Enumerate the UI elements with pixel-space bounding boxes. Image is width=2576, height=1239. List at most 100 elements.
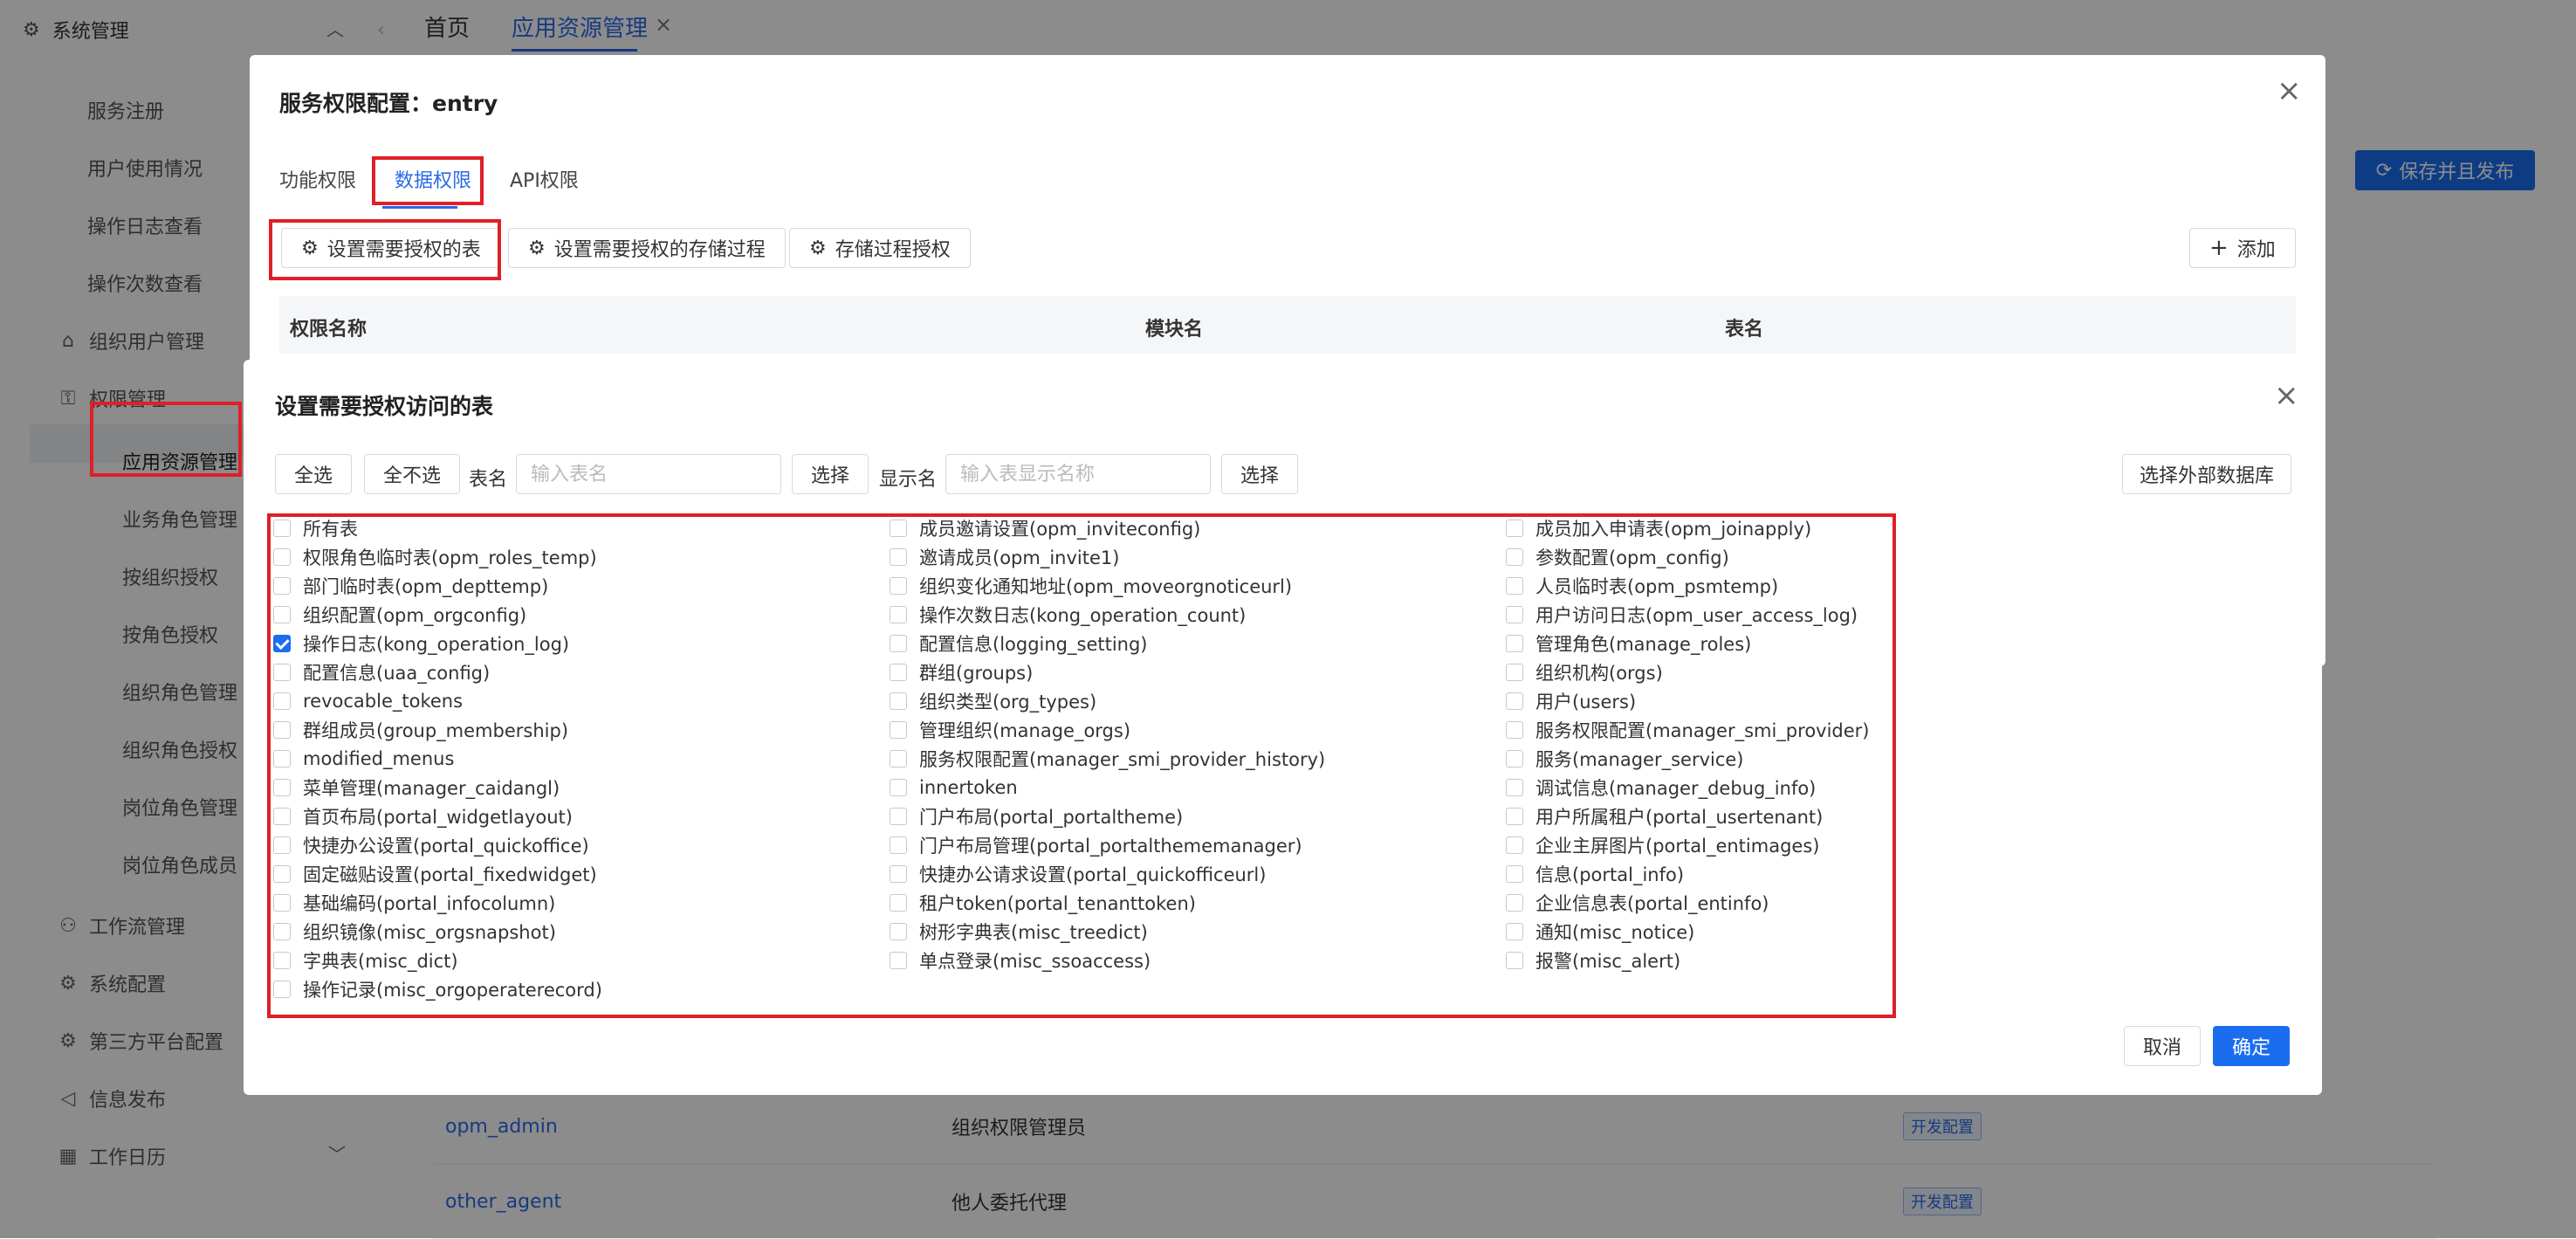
checkbox[interactable]	[1506, 635, 1523, 652]
table-checkbox-item[interactable]: 用户(users)	[1506, 688, 1636, 714]
table-checkbox-item[interactable]: 操作记录(misc_orgoperaterecord)	[273, 976, 602, 1002]
select-none-button[interactable]: 全不选	[364, 454, 460, 494]
table-checkbox-item[interactable]: 固定磁贴设置(portal_fixedwidget)	[273, 861, 597, 887]
checkbox[interactable]	[1506, 750, 1523, 767]
checkbox[interactable]	[1506, 836, 1523, 854]
table-checkbox-item[interactable]: 信息(portal_info)	[1506, 861, 1684, 887]
table-checkbox-item[interactable]: 基础编码(portal_infocolumn)	[273, 890, 555, 916]
checkbox[interactable]	[273, 836, 291, 854]
checkbox[interactable]	[273, 721, 291, 739]
table-checkbox-item[interactable]: 单点登录(misc_ssoaccess)	[890, 947, 1151, 974]
display-name-input[interactable]	[945, 454, 1211, 494]
table-checkbox-item[interactable]: 服务权限配置(manager_smi_provider_history)	[890, 746, 1325, 772]
checkbox[interactable]	[273, 894, 291, 912]
procedure-auth-button[interactable]: ⚙ 存储过程授权	[789, 228, 971, 268]
select-external-db-button[interactable]: 选择外部数据库	[2122, 454, 2291, 494]
checkbox[interactable]	[273, 577, 291, 595]
table-checkbox-item[interactable]: 配置信息(uaa_config)	[273, 659, 490, 685]
checkbox[interactable]	[890, 865, 907, 883]
table-checkbox-item[interactable]: 管理角色(manage_roles)	[1506, 630, 1751, 657]
table-checkbox-item[interactable]: 通知(misc_notice)	[1506, 919, 1694, 945]
table-checkbox-item[interactable]: 树形字典表(misc_treedict)	[890, 919, 1148, 945]
confirm-button[interactable]: 确定	[2213, 1026, 2290, 1066]
tab-api-permission[interactable]: API权限	[510, 165, 579, 193]
table-name-select-button[interactable]: 选择	[792, 454, 869, 494]
table-checkbox-item[interactable]: 字典表(misc_dict)	[273, 947, 458, 974]
table-checkbox-item[interactable]: 快捷办公请求设置(portal_quickofficeurl)	[890, 861, 1266, 887]
table-checkbox-item[interactable]: 部门临时表(opm_depttemp)	[273, 573, 548, 599]
checkbox[interactable]	[890, 808, 907, 825]
close-icon[interactable]: ×	[2277, 76, 2302, 106]
display-name-select-button[interactable]: 选择	[1221, 454, 1298, 494]
checkbox[interactable]	[890, 664, 907, 681]
table-checkbox-item[interactable]: 首页布局(portal_widgetlayout)	[273, 803, 573, 829]
table-checkbox-item[interactable]: 快捷办公设置(portal_quickoffice)	[273, 832, 589, 858]
table-checkbox-item[interactable]: 企业信息表(portal_entinfo)	[1506, 890, 1769, 916]
checkbox-checked[interactable]	[273, 635, 291, 652]
checkbox[interactable]	[1506, 520, 1523, 537]
table-checkbox-item[interactable]: 操作次数日志(kong_operation_count)	[890, 602, 1246, 628]
table-checkbox-item[interactable]: 邀请成员(opm_invite1)	[890, 544, 1119, 570]
table-checkbox-item[interactable]: 门户布局(portal_portaltheme)	[890, 803, 1183, 829]
checkbox[interactable]	[273, 750, 291, 767]
tab-data-permission[interactable]: 数据权限	[395, 165, 471, 193]
checkbox[interactable]	[273, 952, 291, 969]
table-checkbox-item[interactable]: 服务(manager_service)	[1506, 746, 1744, 772]
table-checkbox-item[interactable]: 成员邀请设置(opm_inviteconfig)	[890, 515, 1200, 541]
table-checkbox-item[interactable]: 操作日志(kong_operation_log)	[273, 630, 569, 657]
table-checkbox-item[interactable]: 群组(groups)	[890, 659, 1033, 685]
checkbox[interactable]	[273, 981, 291, 998]
checkbox[interactable]	[890, 894, 907, 912]
checkbox[interactable]	[1506, 865, 1523, 883]
table-checkbox-item[interactable]: 组织机构(orgs)	[1506, 659, 1663, 685]
table-checkbox-item[interactable]: 用户访问日志(opm_user_access_log)	[1506, 602, 1858, 628]
table-checkbox-item[interactable]: 群组成员(group_membership)	[273, 717, 568, 743]
table-checkbox-item[interactable]: 调试信息(manager_debug_info)	[1506, 774, 1816, 801]
table-checkbox-item[interactable]: 组织镜像(misc_orgsnapshot)	[273, 919, 556, 945]
table-checkbox-item[interactable]: 门户布局管理(portal_portalthememanager)	[890, 832, 1302, 858]
checkbox[interactable]	[273, 779, 291, 796]
table-checkbox-item[interactable]: 企业主屏图片(portal_entimages)	[1506, 832, 1819, 858]
table-checkbox-item[interactable]: 人员临时表(opm_psmtemp)	[1506, 573, 1778, 599]
add-button[interactable]: + 添加	[2189, 228, 2296, 268]
checkbox[interactable]	[273, 664, 291, 681]
checkbox[interactable]	[1506, 894, 1523, 912]
checkbox[interactable]	[1506, 692, 1523, 710]
set-procedures-button[interactable]: ⚙ 设置需要授权的存储过程	[508, 228, 786, 268]
table-name-input[interactable]	[516, 454, 781, 494]
checkbox[interactable]	[890, 520, 907, 537]
table-checkbox-item[interactable]: 权限角色临时表(opm_roles_temp)	[273, 544, 597, 570]
checkbox[interactable]	[890, 635, 907, 652]
checkbox[interactable]	[890, 692, 907, 710]
checkbox[interactable]	[890, 606, 907, 623]
table-checkbox-item[interactable]: 配置信息(logging_setting)	[890, 630, 1148, 657]
cancel-button[interactable]: 取消	[2124, 1026, 2201, 1066]
checkbox[interactable]	[1506, 779, 1523, 796]
table-checkbox-item[interactable]: 服务权限配置(manager_smi_provider)	[1506, 717, 1870, 743]
checkbox[interactable]	[890, 721, 907, 739]
checkbox[interactable]	[273, 606, 291, 623]
checkbox[interactable]	[1506, 923, 1523, 940]
table-checkbox-item[interactable]: 管理组织(manage_orgs)	[890, 717, 1130, 743]
checkbox[interactable]	[1506, 577, 1523, 595]
select-all-button[interactable]: 全选	[275, 454, 352, 494]
table-checkbox-item[interactable]: 所有表	[273, 515, 358, 541]
checkbox[interactable]	[273, 808, 291, 825]
table-checkbox-item[interactable]: 组织配置(opm_orgconfig)	[273, 602, 526, 628]
checkbox[interactable]	[273, 865, 291, 883]
checkbox[interactable]	[273, 548, 291, 566]
checkbox[interactable]	[1506, 721, 1523, 739]
table-checkbox-item[interactable]: revocable_tokens	[273, 688, 463, 714]
checkbox[interactable]	[273, 520, 291, 537]
tab-function-permission[interactable]: 功能权限	[279, 165, 356, 193]
checkbox[interactable]	[1506, 808, 1523, 825]
checkbox[interactable]	[890, 836, 907, 854]
table-checkbox-item[interactable]: 成员加入申请表(opm_joinapply)	[1506, 515, 1811, 541]
close-icon[interactable]: ×	[2274, 381, 2299, 410]
table-checkbox-item[interactable]: modified_menus	[273, 746, 454, 772]
checkbox[interactable]	[1506, 548, 1523, 566]
checkbox[interactable]	[1506, 952, 1523, 969]
checkbox[interactable]	[890, 923, 907, 940]
checkbox[interactable]	[890, 750, 907, 767]
table-checkbox-item[interactable]: 用户所属租户(portal_usertenant)	[1506, 803, 1823, 829]
